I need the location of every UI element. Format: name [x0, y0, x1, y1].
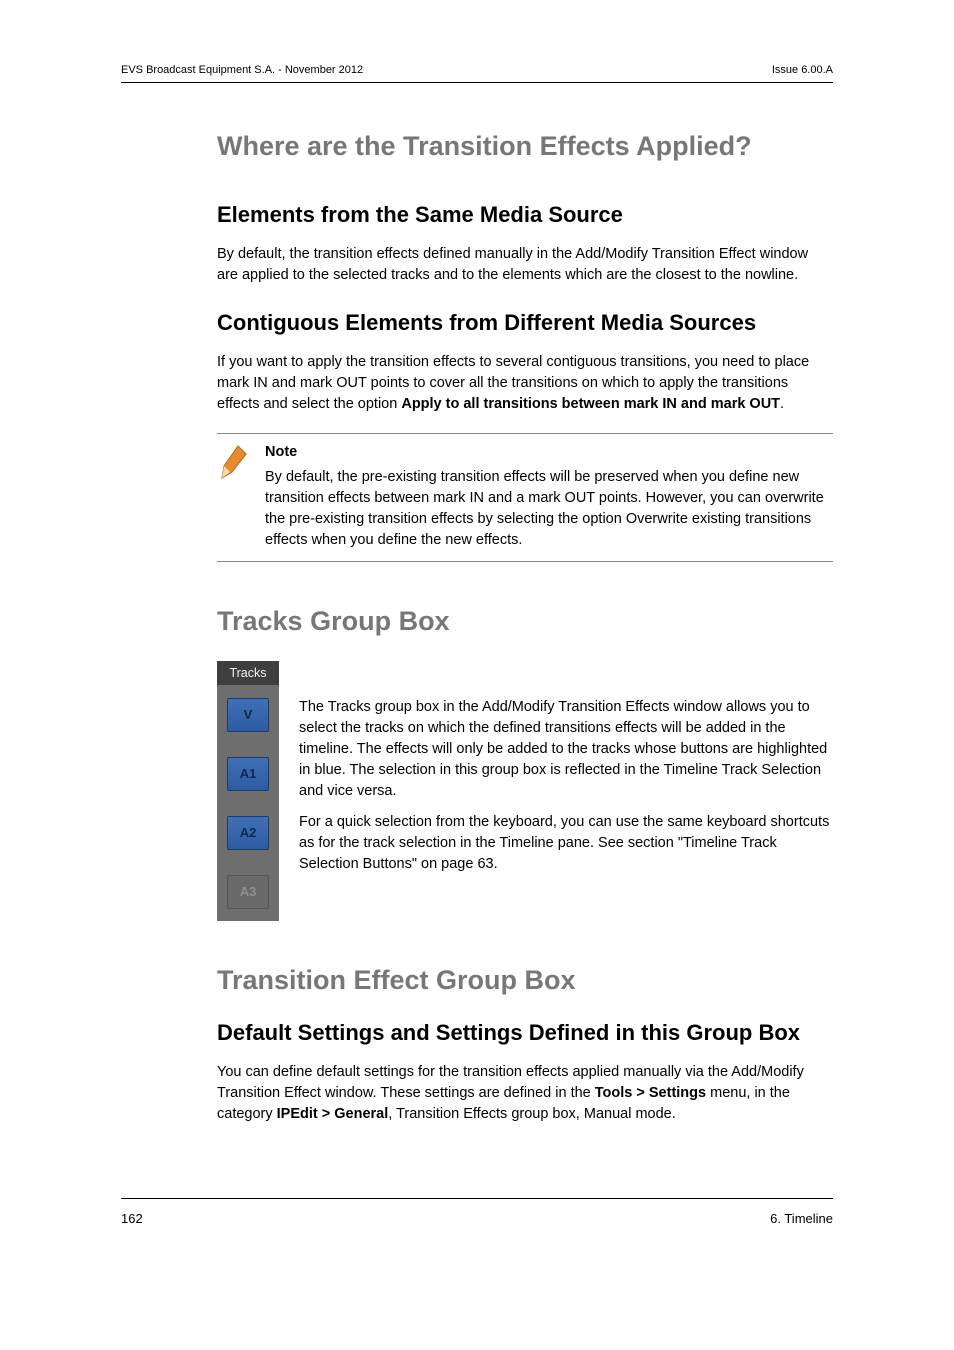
tracks-slot: V	[217, 685, 279, 744]
document-page: EVS Broadcast Equipment S.A. - November …	[0, 0, 954, 1199]
note-body: Note By default, the pre-existing transi…	[265, 442, 833, 551]
para-contiguous-post: .	[780, 396, 784, 412]
tracks-slot: A1	[217, 744, 279, 803]
heading-tracks-group-box: Tracks Group Box	[217, 606, 833, 637]
tracks-slot: A3	[217, 862, 279, 921]
tracks-para-2: For a quick selection from the keyboard,…	[299, 812, 833, 875]
para-contiguous-bold: Apply to all transitions between mark IN…	[401, 396, 780, 412]
tracks-panel: Tracks V A1 A2 A3	[217, 661, 279, 921]
note-block: Note By default, the pre-existing transi…	[217, 433, 833, 562]
para-same-media-source: By default, the transition effects defin…	[217, 244, 833, 286]
track-button-a3[interactable]: A3	[227, 875, 269, 909]
track-button-a1[interactable]: A1	[227, 757, 269, 791]
tracks-description: The Tracks group box in the Add/Modify T…	[299, 661, 833, 921]
para-default-settings: You can define default settings for the …	[217, 1062, 833, 1125]
heading-same-media-source: Elements from the Same Media Source	[217, 202, 833, 228]
ds-bold-1: Tools > Settings	[595, 1085, 706, 1101]
note-text-post: when you define the new effects.	[307, 532, 522, 548]
heading-transition-effect-group-box: Transition Effect Group Box	[217, 965, 833, 996]
para-contiguous-elements: If you want to apply the transition effe…	[217, 352, 833, 415]
track-button-v[interactable]: V	[227, 698, 269, 732]
tracks-row: Tracks V A1 A2 A3 The Tracks group box i…	[217, 661, 833, 921]
header-right: Issue 6.00.A	[772, 64, 833, 76]
footer-chapter: 6. Timeline	[770, 1211, 833, 1226]
heading-default-settings: Default Settings and Settings Defined in…	[217, 1020, 833, 1046]
tracks-panel-header: Tracks	[217, 661, 279, 685]
page-footer: 162 6. Timeline	[121, 1198, 833, 1226]
track-button-a2[interactable]: A2	[227, 816, 269, 850]
heading-transition-effects-applied: Where are the Transition Effects Applied…	[217, 131, 833, 162]
page-header: EVS Broadcast Equipment S.A. - November …	[121, 64, 833, 83]
ds-text-3: , Transition Effects group box, Manual m…	[388, 1106, 675, 1122]
heading-contiguous-elements: Contiguous Elements from Different Media…	[217, 310, 833, 336]
pencil-icon	[217, 442, 251, 551]
footer-page-number: 162	[121, 1211, 143, 1226]
note-label: Note	[265, 442, 833, 463]
ds-bold-2: IPEdit > General	[277, 1106, 389, 1122]
tracks-slot: A2	[217, 803, 279, 862]
header-left: EVS Broadcast Equipment S.A. - November …	[121, 64, 363, 76]
tracks-para-1: The Tracks group box in the Add/Modify T…	[299, 697, 833, 802]
